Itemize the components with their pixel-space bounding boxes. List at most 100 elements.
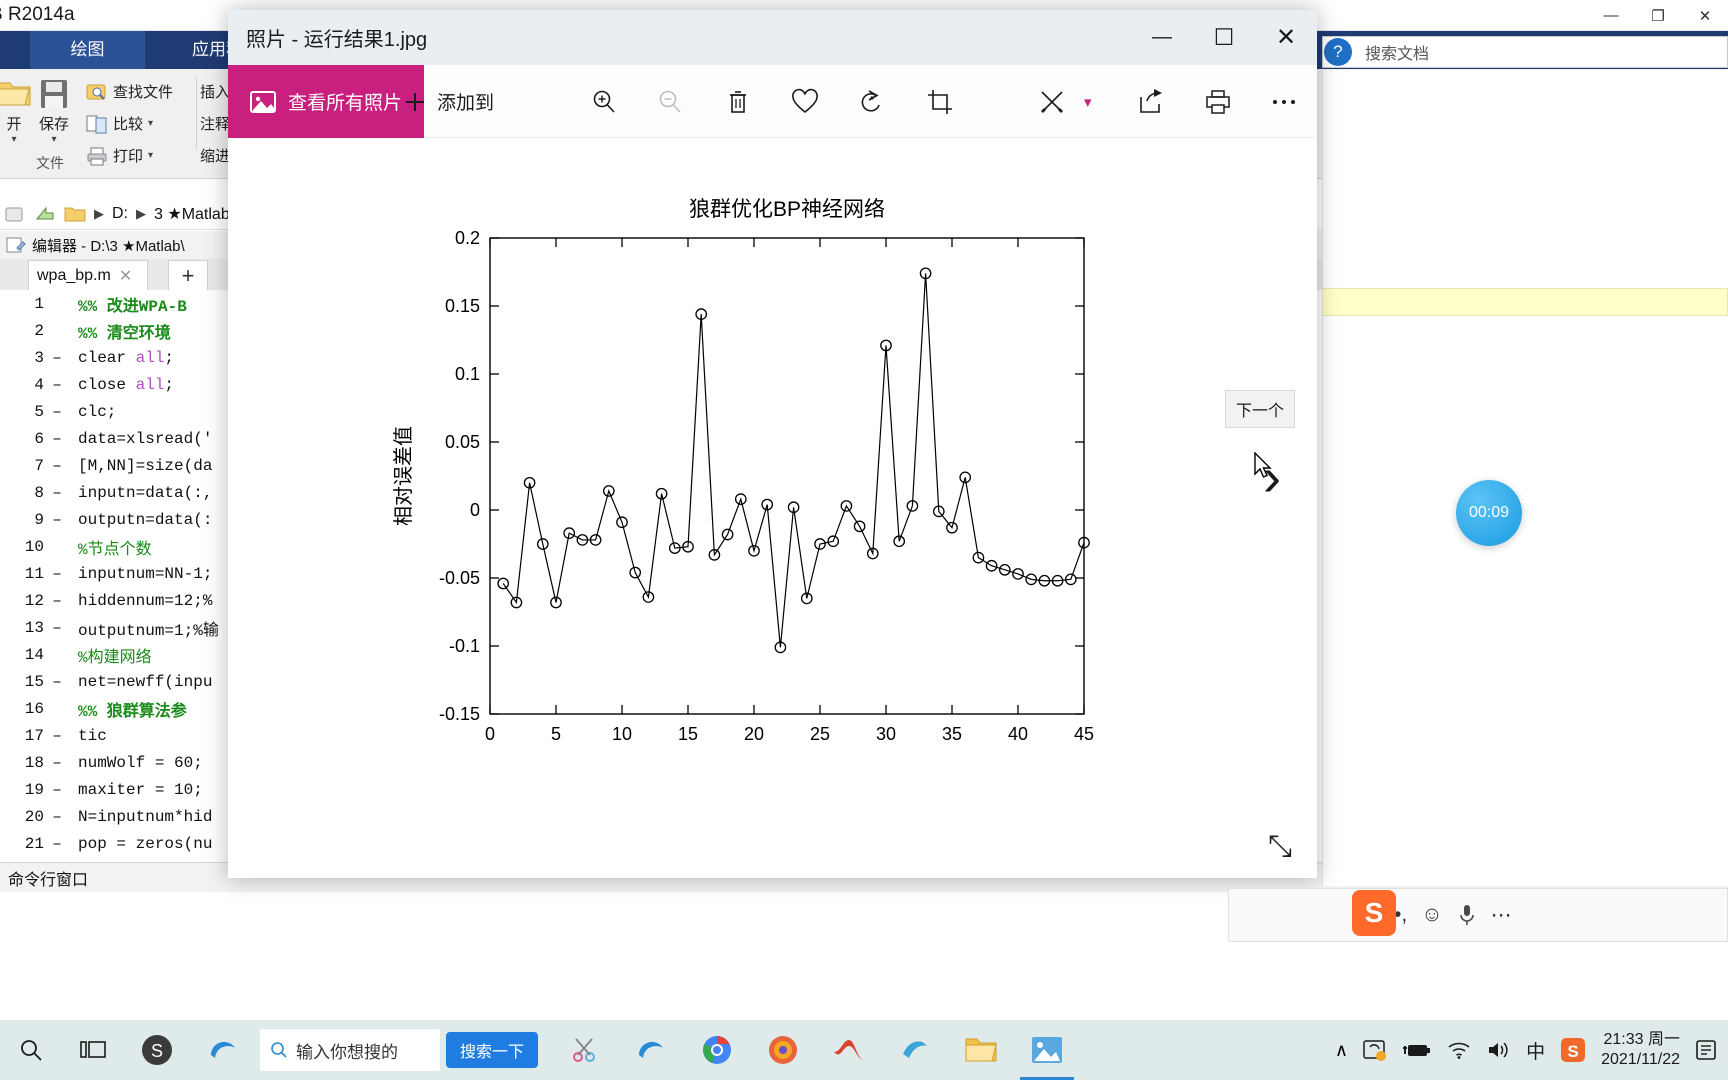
matlab-tab-home[interactable]	[0, 31, 20, 69]
plus-icon	[403, 90, 427, 114]
code-text: clc;	[78, 402, 117, 421]
ribbon-save-button[interactable]: 保存 ▾	[22, 77, 86, 145]
taskbar-clock[interactable]: 21:33 周一 2021/11/22	[1601, 1030, 1680, 1070]
snip-icon[interactable]	[552, 1020, 618, 1080]
execution-marker: –	[52, 483, 62, 502]
ribbon-print-button[interactable]: 打印 ▾	[86, 145, 153, 166]
code-text: tic	[78, 726, 107, 745]
taskbar-search-button[interactable]: 搜索一下	[446, 1032, 539, 1068]
clock-time: 21:33 周一	[1603, 1031, 1681, 1048]
photos-maximize-button[interactable]: ☐	[1193, 10, 1255, 65]
editor-file-tab[interactable]: wpa_bp.m ✕	[28, 260, 148, 290]
onedrive-icon[interactable]	[1362, 1038, 1388, 1062]
back-nav-icon[interactable]	[4, 204, 26, 224]
matlab-close-button[interactable]: ✕	[1682, 0, 1728, 31]
photos-close-button[interactable]: ✕	[1255, 10, 1317, 65]
explorer-icon[interactable]	[948, 1020, 1014, 1080]
chevron-down-icon[interactable]: ▾	[1084, 93, 1092, 111]
print-icon[interactable]	[1189, 65, 1247, 138]
zoom-in-icon[interactable]	[575, 65, 633, 138]
edge-legacy-icon[interactable]	[190, 1020, 256, 1080]
code-text: inputn=data(:,	[78, 483, 213, 502]
y-tick-label: 0.15	[445, 296, 480, 316]
x-tick-label: 10	[612, 724, 632, 744]
edit-create-icon[interactable]: ▾	[1038, 65, 1092, 138]
ribbon-insert-button[interactable]: 插入	[200, 81, 230, 102]
code-text: outputn=data(:	[78, 510, 213, 529]
firefox-icon[interactable]	[750, 1020, 816, 1080]
ribbon-comment-button[interactable]: 注释	[200, 113, 230, 134]
photo-canvas[interactable]: 狼群优化BP神经网络 相对误差值 -0.15 -0.1 -0.05 0 0.05 0.1 0.1…	[228, 138, 1317, 878]
execution-marker: –	[52, 726, 62, 745]
taskbar-search-placeholder: 输入你想搜的	[296, 1042, 398, 1062]
forward-nav-icon[interactable]	[34, 204, 56, 224]
ime-more-icon[interactable]: ⋯	[1491, 903, 1512, 928]
help-icon[interactable]: ?	[1324, 38, 1352, 66]
expand-icon[interactable]: ⤡	[1268, 830, 1292, 864]
execution-marker: –	[52, 834, 62, 853]
edge-icon[interactable]	[618, 1020, 684, 1080]
taskbar-search-input[interactable]: 输入你想搜的	[260, 1029, 440, 1071]
add-to-button[interactable]: 添加到	[403, 65, 494, 138]
line-number: 12	[24, 591, 44, 610]
line-number: 13	[24, 618, 44, 637]
favorite-icon[interactable]	[776, 65, 834, 138]
matlab-icon[interactable]	[816, 1020, 882, 1080]
execution-marker: –	[52, 672, 62, 691]
search-docs-input[interactable]: 搜索文档	[1322, 36, 1728, 68]
more-icon[interactable]	[1255, 65, 1313, 138]
editor-file-tab-close-icon[interactable]: ✕	[119, 266, 132, 286]
view-all-photos-button[interactable]: 查看所有照片	[228, 65, 425, 138]
sogou-ime-bar[interactable]: 中 •, ☺ ⋯	[1228, 888, 1728, 942]
ime-mic-icon[interactable]	[1457, 903, 1477, 927]
execution-marker: –	[52, 564, 62, 583]
printer-icon	[86, 146, 108, 166]
sogou-app-icon[interactable]: S	[124, 1020, 190, 1080]
code-text: hiddennum=12;%	[78, 591, 213, 610]
taskbar-tray: ∧ 中 S 21:33 周一 2021/11/22	[1335, 1030, 1728, 1070]
start-search-icon[interactable]	[0, 1020, 62, 1080]
editor-new-tab-button[interactable]: +	[168, 260, 208, 290]
tray-sogou-icon[interactable]: S	[1559, 1036, 1587, 1064]
breadcrumb-separator: ▶	[94, 205, 104, 221]
wifi-icon[interactable]	[1446, 1040, 1472, 1060]
y-tick-label: 0.05	[445, 432, 480, 452]
ribbon-print-caret[interactable]: ▾	[148, 150, 153, 161]
ribbon-find-file-button[interactable]: 查找文件	[86, 81, 173, 102]
breadcrumb-drive[interactable]: D:	[112, 205, 128, 223]
photos-icon[interactable]	[1014, 1020, 1080, 1080]
share-icon[interactable]	[1122, 65, 1180, 138]
battery-icon[interactable]	[1402, 1040, 1432, 1060]
ribbon-compare-button[interactable]: 比较 ▾	[86, 113, 153, 134]
matlab-minimize-button[interactable]: —	[1588, 0, 1634, 31]
series-line	[502, 273, 1085, 648]
view-all-photos-label: 查看所有照片	[288, 93, 403, 114]
code-text: net=newff(inpu	[78, 672, 213, 691]
line-number: 5	[34, 402, 44, 421]
delete-icon[interactable]	[709, 65, 767, 138]
ribbon-compare-caret[interactable]: ▾	[148, 118, 153, 129]
chrome-icon[interactable]	[684, 1020, 750, 1080]
line-number: 8	[34, 483, 44, 502]
line-number: 14	[24, 645, 44, 664]
ime-emoji-icon[interactable]: ☺	[1421, 903, 1442, 927]
breadcrumb-folder[interactable]: 3 ★Matlab	[154, 204, 230, 224]
task-view-icon[interactable]	[62, 1020, 124, 1080]
photos-minimize-button[interactable]: —	[1131, 10, 1193, 65]
timer-bubble: 00:09	[1456, 480, 1522, 546]
notifications-icon[interactable]	[1694, 1038, 1718, 1062]
browser2-icon[interactable]	[882, 1020, 948, 1080]
execution-marker: –	[52, 510, 62, 529]
matlab-tab-plot[interactable]: 绘图	[30, 31, 145, 69]
crop-icon[interactable]	[911, 65, 969, 138]
execution-marker: –	[52, 456, 62, 475]
volume-icon[interactable]	[1486, 1039, 1512, 1061]
tray-chevron-icon[interactable]: ∧	[1335, 1040, 1348, 1061]
matlab-maximize-button[interactable]: ❐	[1635, 0, 1681, 31]
clock-date: 2021/11/22	[1601, 1051, 1680, 1068]
editor-header-text: 编辑器 - D:\3 ★Matlab\	[32, 237, 185, 255]
ribbon-save-caret[interactable]: ▾	[22, 134, 86, 145]
tray-ime-icon[interactable]: 中	[1526, 1037, 1545, 1064]
ribbon-indent-button[interactable]: 缩进	[200, 145, 230, 166]
rotate-icon[interactable]	[843, 65, 901, 138]
